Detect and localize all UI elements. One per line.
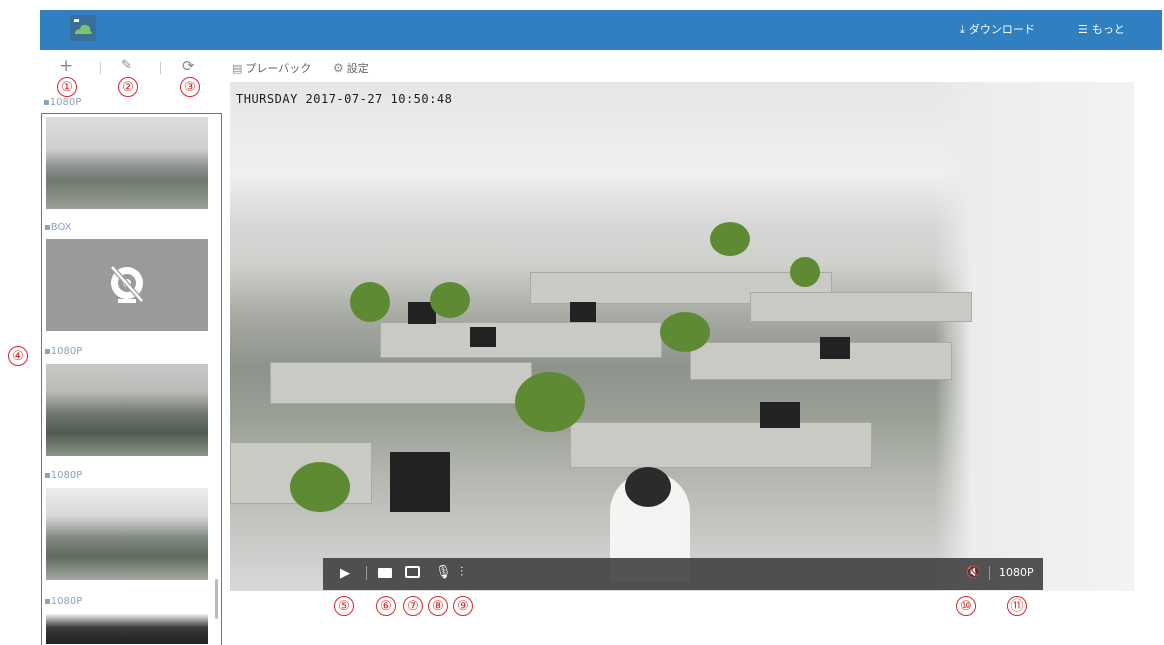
- adjust-icon[interactable]: ⫶: [460, 565, 463, 580]
- camera-thumbnail[interactable]: [46, 614, 208, 644]
- callout-4: ④: [8, 346, 28, 366]
- divider: [366, 566, 367, 580]
- microphone-icon[interactable]: 🎙: [435, 565, 452, 580]
- settings-label: 設定: [346, 62, 369, 75]
- camera-thumbnail-offline[interactable]: [46, 239, 208, 331]
- playback-icon: ▤: [232, 61, 243, 75]
- download-label: ダウンロード: [968, 23, 1035, 36]
- divider: [100, 62, 101, 74]
- camera-label: ▪BOX: [44, 222, 72, 233]
- snapshot-icon[interactable]: [405, 566, 420, 578]
- record-icon[interactable]: [378, 568, 392, 578]
- camera-label: ▪1080P: [44, 346, 83, 357]
- cloud-logo-icon: [70, 15, 96, 41]
- camera-preview: [46, 614, 208, 644]
- callout-5: ⑤: [334, 596, 354, 616]
- camera-label: ▪1080P: [44, 596, 83, 607]
- camera-thumbnail[interactable]: [46, 117, 208, 209]
- camera-preview: [46, 488, 208, 580]
- settings-link[interactable]: ⚙ 設定: [333, 60, 369, 76]
- callout-1: ①: [57, 77, 77, 97]
- playback-label: プレーバック: [245, 62, 312, 75]
- live-video-view[interactable]: [230, 82, 1134, 591]
- plus-icon[interactable]: +: [59, 56, 73, 76]
- camera-offline-icon: [110, 265, 144, 303]
- resolution-selector[interactable]: 1080P: [999, 566, 1034, 579]
- callout-2: ②: [118, 77, 138, 97]
- callout-9: ⑨: [453, 596, 473, 616]
- camera-preview: [46, 364, 208, 456]
- camera-label: ▪1080P: [44, 470, 83, 481]
- menu-icon: ☰: [1078, 23, 1088, 36]
- divider: [989, 566, 990, 580]
- gear-icon: ⚙: [333, 61, 344, 75]
- divider: [160, 62, 161, 74]
- camera-preview: [46, 117, 208, 209]
- playback-link[interactable]: ▤ プレーバック: [232, 60, 311, 76]
- download-icon: ⤓: [960, 23, 965, 36]
- mute-icon[interactable]: 🔇: [966, 565, 981, 579]
- callout-3: ③: [180, 77, 200, 97]
- camera-thumbnail[interactable]: [46, 488, 208, 580]
- callout-10: ⑩: [956, 596, 976, 616]
- video-timestamp: THURSDAY 2017-07-27 10:50:48: [236, 92, 453, 106]
- camera-thumbnail[interactable]: [46, 364, 208, 456]
- app-logo[interactable]: [70, 15, 96, 41]
- more-label: もっと: [1091, 23, 1125, 36]
- callout-6: ⑥: [376, 596, 396, 616]
- download-button[interactable]: ⤓ ダウンロード: [960, 10, 1035, 50]
- edit-icon[interactable]: ✎: [121, 58, 132, 73]
- sidebar-scrollbar[interactable]: [215, 579, 218, 619]
- refresh-icon[interactable]: ⟳: [182, 57, 195, 75]
- callout-8: ⑧: [428, 596, 448, 616]
- callout-7: ⑦: [403, 596, 423, 616]
- callout-11: ⑪: [1007, 596, 1027, 616]
- more-button[interactable]: ☰ もっと: [1078, 10, 1125, 50]
- video-control-bar: [323, 558, 1043, 590]
- camera-label: ▪1080P: [43, 97, 82, 108]
- camera-list[interactable]: ▪BOX ▪1080P ▪1080P ▪1080P: [41, 113, 222, 645]
- play-icon[interactable]: ▶: [340, 566, 350, 581]
